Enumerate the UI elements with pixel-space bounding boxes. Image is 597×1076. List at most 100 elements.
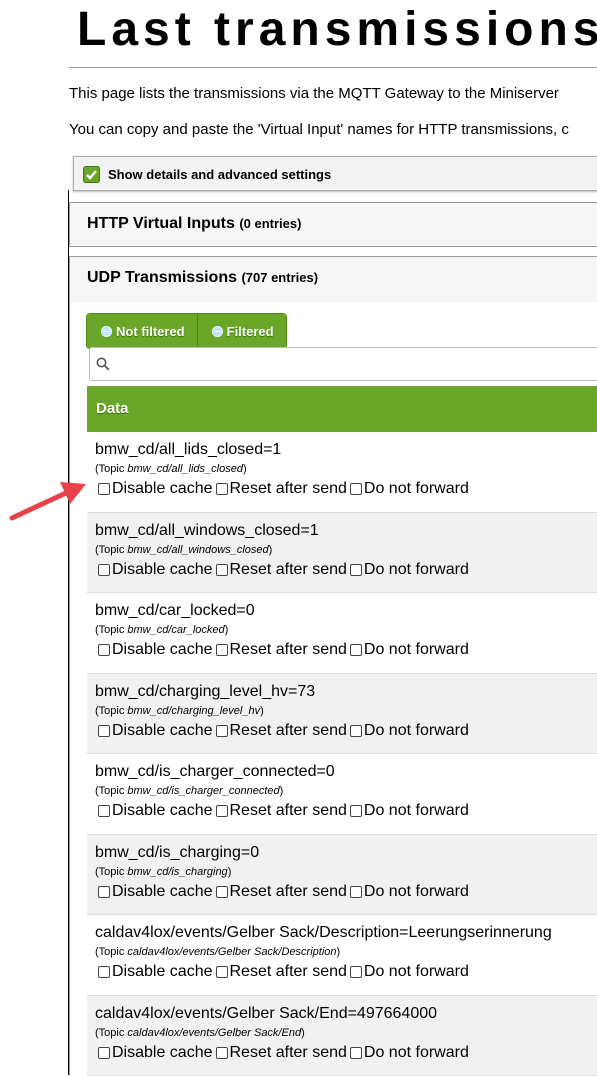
disable-cache-option[interactable]: Disable cache bbox=[95, 722, 213, 740]
table-row: caldav4lox/events/Gelber Sack/End=497664… bbox=[87, 996, 597, 1076]
do-not-forward-checkbox[interactable] bbox=[350, 966, 362, 978]
do-not-forward-checkbox[interactable] bbox=[350, 725, 362, 737]
reset-after-send-checkbox[interactable] bbox=[216, 805, 228, 817]
row-options: Disable cache Reset after send Do not forw… bbox=[95, 963, 597, 981]
topic-prefix: (Topic bbox=[95, 544, 127, 556]
row-options: Disable cache Reset after sendDo not forw… bbox=[95, 883, 597, 901]
do-not-forward-label: Do not forward bbox=[364, 480, 469, 498]
disable-cache-option[interactable]: Disable cache bbox=[95, 641, 213, 659]
reset-after-send-option[interactable]: Reset after send bbox=[213, 963, 347, 981]
reset-after-send-checkbox[interactable] bbox=[216, 644, 228, 656]
topic-name: bmw_cd/is_charger_connected bbox=[127, 785, 279, 797]
do-not-forward-option[interactable]: Do not forward bbox=[347, 963, 469, 981]
disable-cache-option[interactable]: Disable cache bbox=[95, 963, 213, 981]
disable-cache-checkbox[interactable] bbox=[98, 725, 110, 737]
search-icon bbox=[96, 357, 110, 371]
http-section-header[interactable]: HTTP Virtual Inputs (0 entries) bbox=[69, 202, 597, 247]
circle-minus-icon bbox=[101, 326, 112, 337]
do-not-forward-label: Do not forward bbox=[364, 963, 469, 981]
do-not-forward-label: Do not forward bbox=[364, 802, 469, 820]
search-input[interactable] bbox=[89, 347, 597, 381]
do-not-forward-checkbox[interactable] bbox=[350, 1047, 362, 1059]
do-not-forward-option[interactable]: Do not forward bbox=[347, 641, 469, 659]
topic-name: bmw_cd/all_lids_closed bbox=[127, 463, 243, 475]
disable-cache-label: Disable cache bbox=[112, 480, 213, 498]
reset-after-send-option[interactable]: Reset after send bbox=[213, 883, 347, 901]
not-filtered-label: Not filtered bbox=[116, 324, 185, 339]
disable-cache-option[interactable]: Disable cache bbox=[95, 883, 213, 901]
table-row: bmw_cd/is_charger_connected=0(Topic bmw_… bbox=[87, 754, 597, 835]
do-not-forward-checkbox[interactable] bbox=[350, 886, 362, 898]
do-not-forward-option[interactable]: Do not forward bbox=[347, 722, 469, 740]
udp-section-title: UDP Transmissions bbox=[87, 269, 237, 286]
row-options: Disable cacheReset after send Do not forw… bbox=[95, 641, 597, 659]
disable-cache-checkbox[interactable] bbox=[98, 483, 110, 495]
reset-after-send-label: Reset after send bbox=[230, 883, 347, 901]
disable-cache-checkbox[interactable] bbox=[98, 886, 110, 898]
disable-cache-checkbox[interactable] bbox=[98, 644, 110, 656]
disable-cache-checkbox[interactable] bbox=[98, 966, 110, 978]
reset-after-send-option[interactable]: Reset after send bbox=[213, 1044, 347, 1062]
do-not-forward-option[interactable]: Do not forward bbox=[347, 883, 469, 901]
topic-suffix: ) bbox=[269, 544, 273, 556]
row-options: Disable cacheReset after send Do not forw… bbox=[95, 802, 597, 820]
filtered-label: Filtered bbox=[227, 324, 274, 339]
do-not-forward-label: Do not forward bbox=[364, 561, 469, 579]
http-section-title: HTTP Virtual Inputs bbox=[87, 215, 235, 232]
disable-cache-checkbox[interactable] bbox=[98, 1047, 110, 1059]
topic-name: caldav4lox/events/Gelber Sack/End bbox=[127, 1027, 301, 1039]
disable-cache-label: Disable cache bbox=[112, 1044, 213, 1062]
udp-section-header[interactable]: UDP Transmissions (707 entries) bbox=[69, 256, 597, 303]
do-not-forward-label: Do not forward bbox=[364, 641, 469, 659]
do-not-forward-checkbox[interactable] bbox=[350, 564, 362, 576]
do-not-forward-checkbox[interactable] bbox=[350, 483, 362, 495]
reset-after-send-checkbox[interactable] bbox=[216, 483, 228, 495]
disable-cache-checkbox[interactable] bbox=[98, 564, 110, 576]
filtered-button[interactable]: Filtered bbox=[197, 314, 286, 348]
topic-prefix: (Topic bbox=[95, 785, 127, 797]
transmission-list: bmw_cd/all_lids_closed=1 (Topic bmw_cd/al… bbox=[87, 432, 597, 1076]
do-not-forward-checkbox[interactable] bbox=[350, 805, 362, 817]
reset-after-send-checkbox[interactable] bbox=[216, 886, 228, 898]
topic-label: (Topic bmw_cd/car_locked) bbox=[95, 623, 597, 637]
topic-prefix: (Topic bbox=[95, 624, 127, 636]
transmission-value: bmw_cd/is_charging=0 bbox=[95, 843, 597, 863]
table-row: bmw_cd/charging_level_hv=73(Topic bmw_cd… bbox=[87, 674, 597, 755]
table-row: caldav4lox/events/Gelber Sack/Descriptio… bbox=[87, 915, 597, 996]
topic-suffix: ) bbox=[228, 866, 232, 878]
do-not-forward-checkbox[interactable] bbox=[350, 644, 362, 656]
reset-after-send-option[interactable]: Reset after send bbox=[213, 641, 347, 659]
reset-after-send-label: Reset after send bbox=[230, 963, 347, 981]
not-filtered-button[interactable]: Not filtered bbox=[87, 314, 197, 348]
reset-after-send-label: Reset after send bbox=[230, 722, 347, 740]
transmission-value: bmw_cd/car_locked=0 bbox=[95, 601, 597, 621]
reset-after-send-option[interactable]: Reset after send bbox=[213, 722, 347, 740]
reset-after-send-checkbox[interactable] bbox=[216, 725, 228, 737]
details-toggle[interactable]: Show details and advanced settings bbox=[73, 156, 597, 191]
disable-cache-option[interactable]: Disable cache bbox=[95, 802, 213, 820]
reset-after-send-checkbox[interactable] bbox=[216, 966, 228, 978]
table-header: Data bbox=[87, 386, 597, 432]
disable-cache-option[interactable]: Disable cache bbox=[95, 1044, 213, 1062]
reset-after-send-option[interactable]: Reset after send bbox=[213, 480, 347, 498]
do-not-forward-option[interactable]: Do not forward bbox=[347, 561, 469, 579]
disable-cache-option[interactable]: Disable cache bbox=[95, 480, 213, 498]
reset-after-send-option[interactable]: Reset after send bbox=[213, 802, 347, 820]
do-not-forward-option[interactable]: Do not forward bbox=[347, 802, 469, 820]
transmission-value: bmw_cd/all_lids_closed=1 bbox=[95, 440, 597, 460]
intro-text: This page lists the transmissions via th… bbox=[69, 85, 559, 102]
table-row: bmw_cd/car_locked=0 (Topic bmw_cd/car_loc… bbox=[87, 593, 597, 674]
details-toggle-label: Show details and advanced settings bbox=[108, 167, 331, 182]
reset-after-send-checkbox[interactable] bbox=[216, 1047, 228, 1059]
row-options: Disable cache Reset after sendDo not forw… bbox=[95, 722, 597, 740]
reset-after-send-label: Reset after send bbox=[230, 561, 347, 579]
reset-after-send-checkbox[interactable] bbox=[216, 564, 228, 576]
topic-prefix: (Topic bbox=[95, 1027, 127, 1039]
do-not-forward-option[interactable]: Do not forward bbox=[347, 1044, 469, 1062]
reset-after-send-option[interactable]: Reset after send bbox=[213, 561, 347, 579]
disable-cache-checkbox[interactable] bbox=[98, 805, 110, 817]
topic-prefix: (Topic bbox=[95, 946, 127, 958]
disable-cache-option[interactable]: Disable cache bbox=[95, 561, 213, 579]
check-icon[interactable] bbox=[83, 166, 100, 183]
do-not-forward-option[interactable]: Do not forward bbox=[347, 480, 469, 498]
